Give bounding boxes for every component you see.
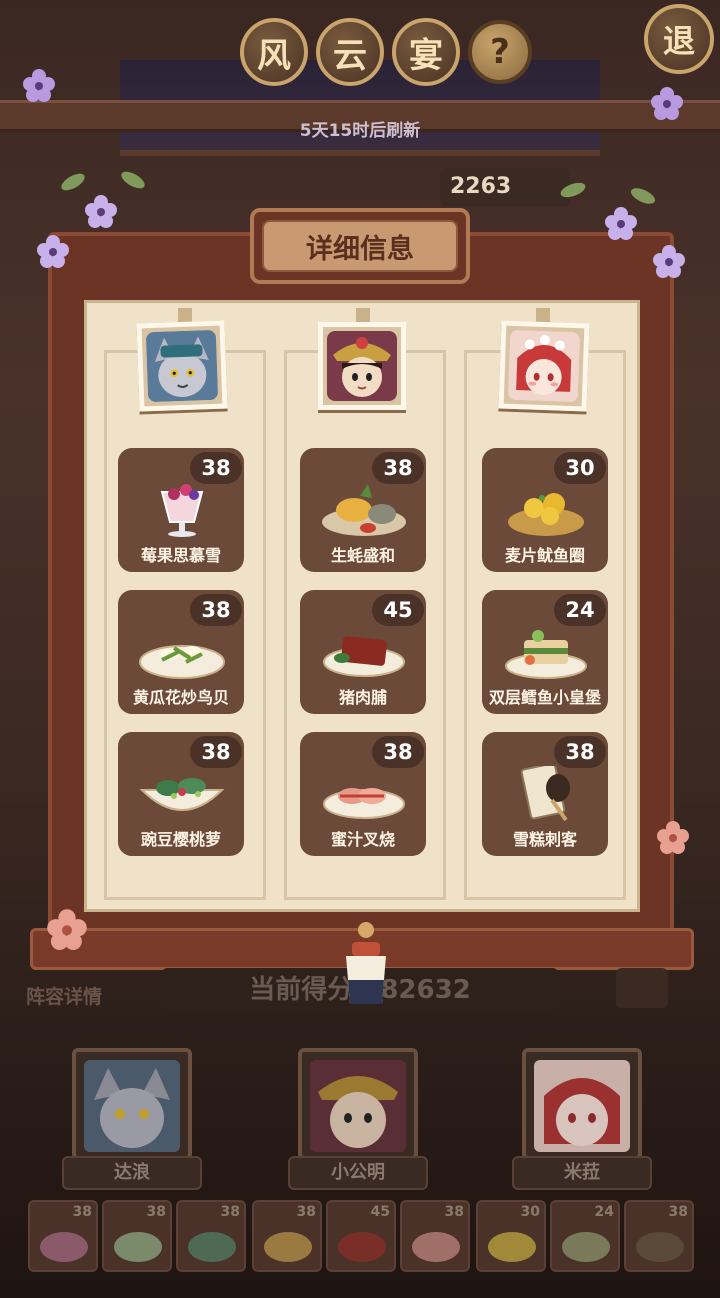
dish-card[interactable]: 38 蜜汁叉烧 <box>300 732 426 856</box>
squid-rings-icon <box>488 1232 536 1262</box>
dish-slot[interactable]: 38 <box>624 1200 694 1272</box>
dish-slot-score: 38 <box>72 1204 92 1220</box>
flower-icon <box>653 245 685 278</box>
dish-slot-score: 38 <box>220 1204 240 1220</box>
title-char-2: 云 <box>316 18 384 86</box>
dish-name: 黄瓜花炒鸟贝 <box>132 688 229 707</box>
title-char-3: 宴 <box>392 18 460 86</box>
cod-burger-icon <box>505 630 587 679</box>
dish-slot-score: 45 <box>370 1204 390 1220</box>
dish-name: 莓果思慕雪 <box>140 546 221 565</box>
ice-cream-icon <box>636 1232 684 1262</box>
panel-title: 详细信息 <box>262 220 458 272</box>
dish-slot[interactable]: 24 <box>550 1200 620 1272</box>
lineup-details-label[interactable]: 阵容详情 <box>26 982 102 1009</box>
cod-burger-icon <box>562 1232 610 1262</box>
dish-slot-score: 30 <box>520 1204 540 1220</box>
flower-icon <box>85 195 117 228</box>
opera-general-face-icon <box>310 1060 406 1152</box>
dish-name: 生蚝盛和 <box>330 546 395 565</box>
dish-slot[interactable]: 30 <box>476 1200 546 1272</box>
title-char-1: 风 <box>240 18 308 86</box>
wolf-guard-face-icon <box>145 329 219 403</box>
dish-slot[interactable]: 38 <box>400 1200 470 1272</box>
flower-icon <box>23 69 55 102</box>
tassel-ornament-icon <box>346 922 386 1004</box>
opera-girl-face-icon <box>507 329 581 403</box>
pea-salad-icon <box>188 1232 236 1262</box>
char-siu-icon <box>323 788 405 819</box>
dish-score-badge: 38 <box>190 736 242 768</box>
rank-icon[interactable] <box>616 968 668 1008</box>
dish-card[interactable]: 38 黄瓜花炒鸟贝 <box>118 590 244 714</box>
dish-slot-score: 38 <box>146 1204 166 1220</box>
flower-icon <box>37 235 69 268</box>
berry-smoothie-icon <box>160 484 204 537</box>
dish-name: 猪肉脯 <box>338 688 387 707</box>
dish-score-badge: 38 <box>190 452 242 484</box>
flower-icon <box>605 207 637 240</box>
dish-slot-score: 38 <box>668 1204 688 1220</box>
wolf-guard-face-icon <box>84 1060 180 1152</box>
dish-card[interactable]: 24 双层鳕鱼小皇堡 <box>482 590 608 714</box>
dish-card[interactable]: 38 豌豆樱桃萝 <box>118 732 244 856</box>
opera-girl-face-icon <box>534 1060 630 1152</box>
char-siu-icon <box>412 1232 460 1262</box>
dish-name: 蜜汁叉烧 <box>330 830 395 849</box>
dish-slot[interactable]: 38 <box>252 1200 322 1272</box>
ice-cream-icon <box>520 766 570 822</box>
opera-general-face-icon <box>327 331 397 401</box>
blossom-icon <box>657 821 689 854</box>
dish-name: 双层鳕鱼小皇堡 <box>488 688 601 707</box>
stirfry-clam-icon <box>139 645 225 679</box>
dish-slot-score: 24 <box>594 1204 614 1220</box>
refresh-timer: 5天15时后刷新 <box>299 121 421 141</box>
flower-icon <box>651 87 683 120</box>
team-member-card[interactable] <box>72 1048 192 1160</box>
dish-slot[interactable]: 45 <box>326 1200 396 1272</box>
panel-title-plaque: 详细信息 <box>250 208 470 284</box>
dish-score-badge: 24 <box>554 594 606 626</box>
top-score-partial: 2263 <box>440 168 570 206</box>
event-title: 风 云 宴 ? <box>240 18 532 88</box>
dish-name: 雪糕刺客 <box>512 830 577 849</box>
dish-card[interactable]: 30 麦片鱿鱼圈 <box>482 448 608 572</box>
opera-general-portrait[interactable] <box>318 322 406 410</box>
dish-score-badge: 38 <box>554 736 606 768</box>
dish-score-badge: 38 <box>372 736 424 768</box>
oyster-platter-icon <box>322 484 406 536</box>
team-member-name: 达浪 <box>62 1156 202 1190</box>
pea-salad-icon <box>139 778 225 811</box>
dish-card[interactable]: 38 雪糕刺客 <box>482 732 608 856</box>
oyster-platter-icon <box>264 1232 312 1262</box>
dish-slot[interactable]: 38 <box>176 1200 246 1272</box>
dish-score-badge: 38 <box>190 594 242 626</box>
dish-name: 豌豆樱桃萝 <box>140 830 221 849</box>
dish-slot-score: 38 <box>444 1204 464 1220</box>
team-member-card[interactable] <box>298 1048 418 1160</box>
blossom-icon <box>47 909 87 950</box>
opera-girl-portrait[interactable] <box>498 320 590 412</box>
help-button[interactable]: ? <box>468 20 532 84</box>
jerky-icon <box>338 1232 386 1262</box>
dish-card[interactable]: 45 猪肉脯 <box>300 590 426 714</box>
dish-score-badge: 45 <box>372 594 424 626</box>
dish-score-badge: 38 <box>372 452 424 484</box>
dish-score-badge: 30 <box>554 452 606 484</box>
stirfry-clam-icon <box>114 1232 162 1262</box>
dish-card[interactable]: 38 莓果思慕雪 <box>118 448 244 572</box>
team-member-name: 米菈 <box>512 1156 652 1190</box>
jerky-icon <box>323 636 405 677</box>
exit-button[interactable]: 退 <box>644 4 714 74</box>
dish-slot-score: 38 <box>296 1204 316 1220</box>
dish-slot[interactable]: 38 <box>28 1200 98 1272</box>
dish-slot[interactable]: 38 <box>102 1200 172 1272</box>
squid-rings-icon <box>508 493 584 536</box>
dish-name: 麦片鱿鱼圈 <box>504 546 585 565</box>
team-member-card[interactable] <box>522 1048 642 1160</box>
dish-card[interactable]: 38 生蚝盛和 <box>300 448 426 572</box>
berry-smoothie-icon <box>40 1232 88 1262</box>
team-member-name: 小公明 <box>288 1156 428 1190</box>
wolf-guard-portrait[interactable] <box>136 320 228 412</box>
